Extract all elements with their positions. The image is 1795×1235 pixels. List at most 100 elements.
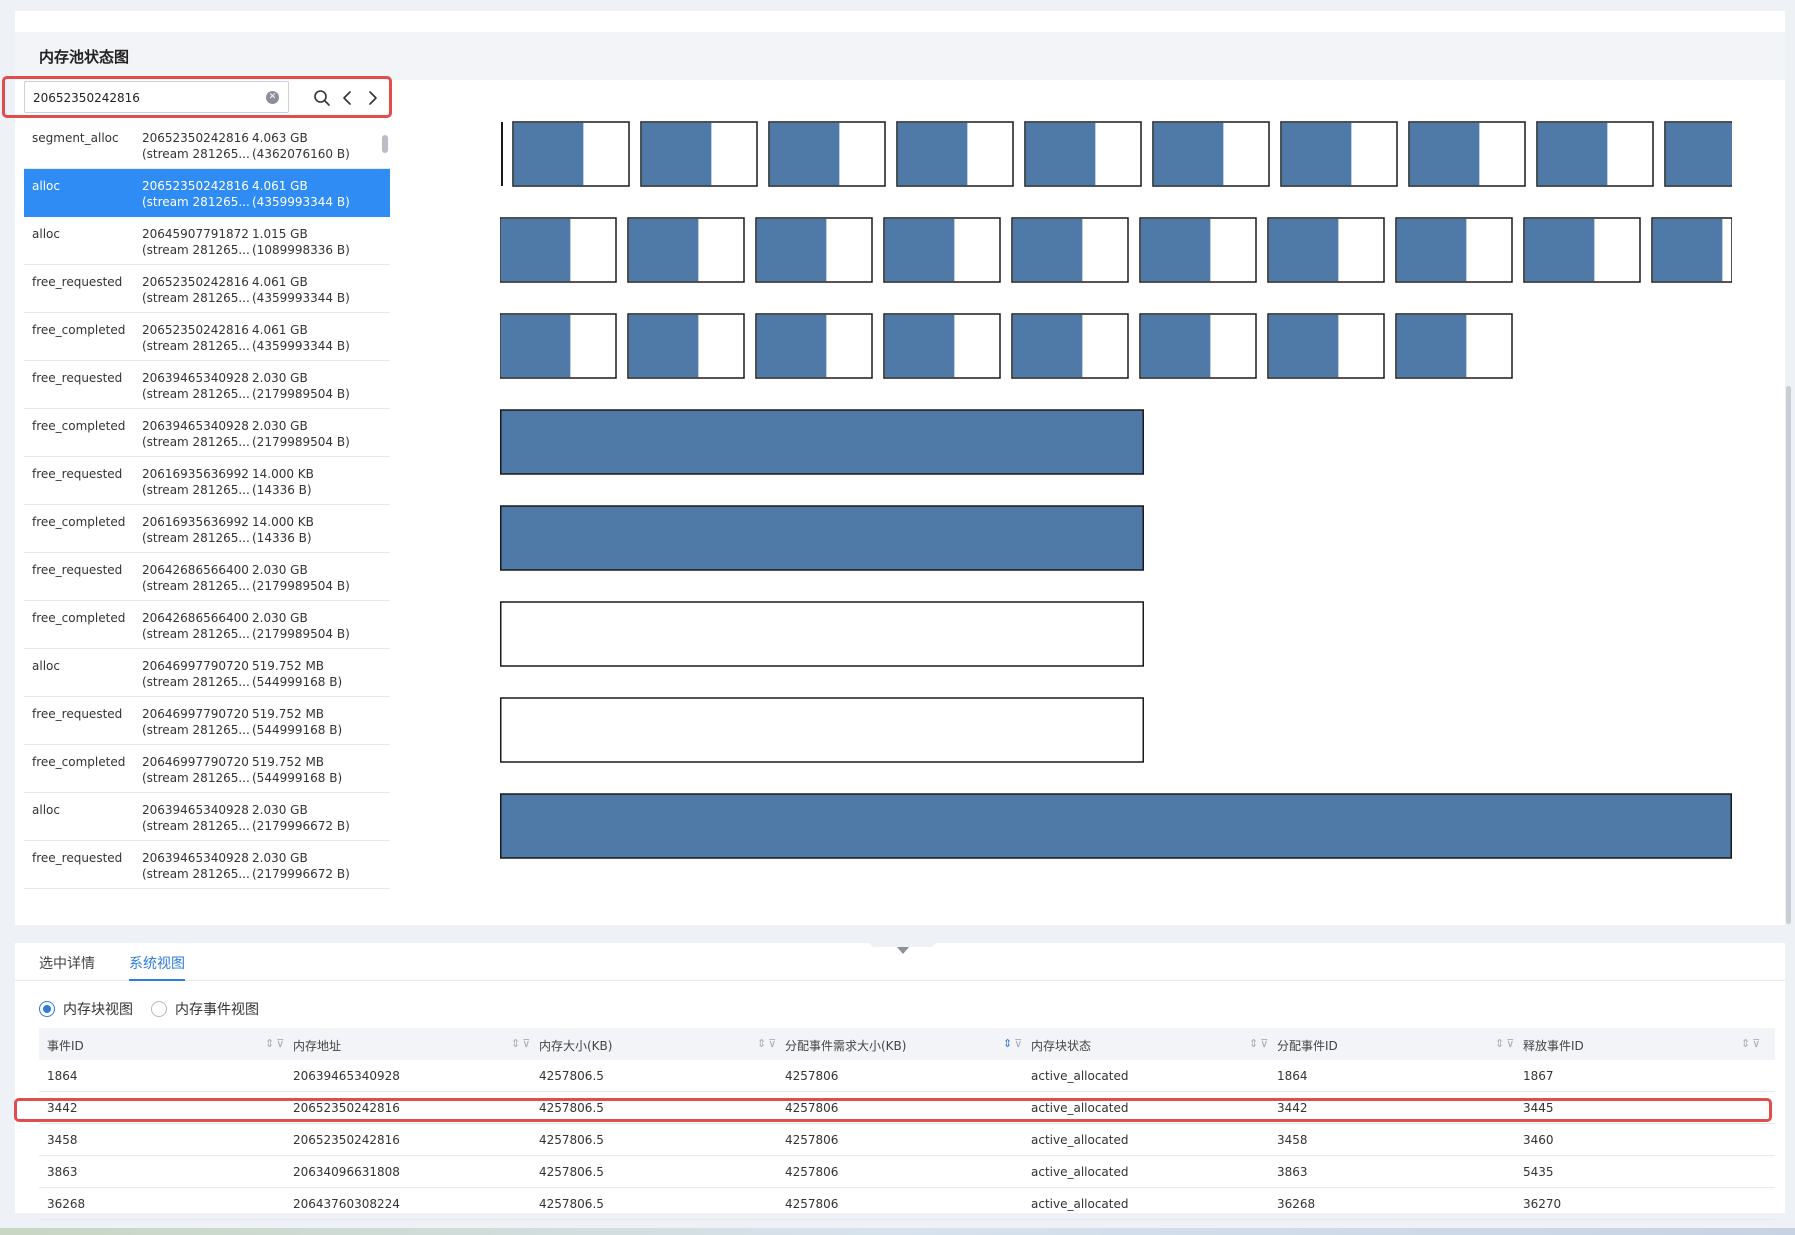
sort-filter-icons[interactable]: ⇕⊽ — [1495, 1037, 1516, 1050]
tab-selected-details[interactable]: 选中详情 — [39, 953, 95, 981]
filter-icon[interactable]: ⊽ — [1752, 1037, 1762, 1050]
radio-unchecked-icon[interactable] — [151, 1001, 167, 1017]
memory-block-allocated[interactable] — [513, 122, 584, 186]
search-icon[interactable] — [313, 89, 331, 107]
column-header[interactable]: 内存地址 — [293, 1037, 341, 1054]
search-input[interactable] — [33, 88, 253, 108]
memory-block-allocated[interactable] — [500, 314, 571, 378]
event-list-item[interactable]: alloc 20645907791872 (stream 281265... 1.01… — [24, 217, 390, 265]
page-scrollbar[interactable] — [1786, 386, 1791, 924]
sort-icon[interactable]: ⇕ — [1003, 1037, 1014, 1050]
sort-filter-icons[interactable]: ⇕⊽ — [1741, 1037, 1762, 1050]
event-list-scrollbar[interactable] — [382, 135, 388, 153]
sort-filter-icons[interactable]: ⇕⊽ — [1003, 1037, 1024, 1050]
column-header[interactable]: 事件ID — [47, 1037, 84, 1054]
sort-icon[interactable]: ⇕ — [757, 1037, 768, 1050]
memory-block-allocated[interactable] — [1396, 314, 1467, 378]
tab-system-view[interactable]: 系统视图 — [129, 953, 185, 981]
sort-icon[interactable]: ⇕ — [1495, 1037, 1506, 1050]
event-list-item[interactable]: free_completed 20646997790720 (stream 2812… — [24, 745, 390, 793]
table-row[interactable]: 3458 20652350242816 4257806.5 4257806 active… — [39, 1124, 1775, 1156]
event-list-item[interactable]: free_completed 20616935636992 (stream 2812… — [24, 505, 390, 553]
sort-filter-icons[interactable]: ⇕⊽ — [511, 1037, 532, 1050]
radio-event-view[interactable]: 内存事件视图 — [151, 999, 259, 1019]
event-list-item[interactable]: free_requested 20616935636992 (stream 2812… — [24, 457, 390, 505]
event-list-item[interactable]: alloc 20639465340928 (stream 281265... 2.03… — [24, 793, 390, 841]
memory-block-allocated[interactable] — [1665, 122, 1732, 186]
memory-block-allocated[interactable] — [1025, 122, 1096, 186]
event-list-item[interactable]: free_completed 20642686566400 (stream 2812… — [24, 601, 390, 649]
memory-block-allocated[interactable] — [1268, 314, 1339, 378]
table-cell: active_allocated — [1031, 1197, 1129, 1211]
sort-filter-icons[interactable]: ⇕⊽ — [265, 1037, 286, 1050]
memory-block-allocated[interactable] — [1268, 218, 1339, 282]
memory-block-allocated[interactable] — [756, 218, 827, 282]
collapse-handle[interactable] — [855, 929, 950, 947]
filter-icon[interactable]: ⊽ — [1260, 1037, 1270, 1050]
event-list-item[interactable]: free_requested 20646997790720 (stream 2812… — [24, 697, 390, 745]
table-row[interactable]: 3863 20634096631808 4257806.5 4257806 active… — [39, 1156, 1775, 1188]
column-header[interactable]: 分配事件ID — [1277, 1037, 1338, 1054]
sort-icon[interactable]: ⇕ — [1249, 1037, 1260, 1050]
memory-block-allocated[interactable] — [1409, 122, 1480, 186]
event-list-item[interactable]: free_completed 20639465340928 (stream 2812… — [24, 409, 390, 457]
table-row[interactable]: 36268 20643760308224 4257806.5 4257806 activ… — [39, 1188, 1775, 1220]
memory-block-allocated[interactable] — [500, 218, 571, 282]
event-list-item[interactable]: alloc 20646997790720 (stream 281265... 519.… — [24, 649, 390, 697]
memory-block-allocated[interactable] — [1652, 218, 1723, 282]
memory-block[interactable] — [500, 409, 1144, 475]
chevron-left-icon[interactable] — [339, 89, 357, 107]
event-bytes: (2179989504 B) — [252, 579, 350, 593]
event-list-item[interactable]: free_requested 20652350242816 (stream 2812… — [24, 265, 390, 313]
memory-block-allocated[interactable] — [1396, 218, 1467, 282]
chevron-down-icon[interactable] — [897, 947, 909, 954]
sort-icon[interactable]: ⇕ — [1741, 1037, 1752, 1050]
memory-block-allocated[interactable] — [1140, 218, 1211, 282]
sort-icon[interactable]: ⇕ — [265, 1037, 276, 1050]
memory-block-allocated[interactable] — [884, 314, 955, 378]
memory-block-allocated[interactable] — [1281, 122, 1352, 186]
memory-block[interactable] — [500, 697, 1144, 763]
memory-block-allocated[interactable] — [1153, 122, 1224, 186]
memory-block[interactable] — [500, 505, 1144, 571]
chevron-right-icon[interactable] — [363, 89, 381, 107]
memory-block-allocated[interactable] — [884, 218, 955, 282]
column-header[interactable]: 释放事件ID — [1523, 1037, 1584, 1054]
filter-icon[interactable]: ⊽ — [1014, 1037, 1024, 1050]
memory-block-allocated[interactable] — [1140, 314, 1211, 378]
event-list-item[interactable]: free_requested 20639465340928 (stream 2812… — [24, 361, 390, 409]
event-list-item[interactable]: free_completed 20652350242816 (stream 2812… — [24, 313, 390, 361]
event-list-item[interactable]: segment_alloc 20652350242816 (stream 28126… — [24, 121, 390, 169]
memory-block-allocated[interactable] — [628, 314, 699, 378]
memory-block-allocated[interactable] — [1537, 122, 1608, 186]
column-header[interactable]: 内存块状态 — [1031, 1037, 1091, 1054]
filter-icon[interactable]: ⊽ — [1506, 1037, 1516, 1050]
column-header[interactable]: 内存大小(KB) — [539, 1037, 612, 1054]
memory-block-allocated[interactable] — [897, 122, 968, 186]
sort-icon[interactable]: ⇕ — [511, 1037, 522, 1050]
filter-icon[interactable]: ⊽ — [768, 1037, 778, 1050]
sort-filter-icons[interactable]: ⇕⊽ — [1249, 1037, 1270, 1050]
column-header[interactable]: 分配事件需求大小(KB) — [785, 1037, 906, 1054]
event-list-item[interactable]: free_requested 20639465340928 (stream 2812… — [24, 841, 390, 889]
search-box[interactable]: ✕ — [24, 81, 289, 113]
memory-block-allocated[interactable] — [628, 218, 699, 282]
memory-block-allocated[interactable] — [1524, 218, 1595, 282]
memory-block-allocated[interactable] — [1012, 314, 1083, 378]
table-row[interactable]: 1864 20639465340928 4257806.5 4257806 active… — [39, 1060, 1775, 1092]
event-bytes: (4359993344 B) — [252, 291, 350, 305]
filter-icon[interactable]: ⊽ — [522, 1037, 532, 1050]
radio-checked-icon[interactable] — [39, 1001, 55, 1017]
event-list-item[interactable]: free_requested 20642686566400 (stream 2812… — [24, 553, 390, 601]
memory-block-allocated[interactable] — [769, 122, 840, 186]
memory-block-allocated[interactable] — [641, 122, 712, 186]
event-list-item[interactable]: alloc 20652350242816 (stream 281265... 4.06… — [24, 169, 390, 217]
memory-block-allocated[interactable] — [1012, 218, 1083, 282]
filter-icon[interactable]: ⊽ — [276, 1037, 286, 1050]
radio-block-view[interactable]: 内存块视图 — [39, 999, 133, 1019]
sort-filter-icons[interactable]: ⇕⊽ — [757, 1037, 778, 1050]
memory-block-allocated[interactable] — [756, 314, 827, 378]
memory-block[interactable] — [500, 793, 1732, 859]
clear-icon[interactable]: ✕ — [266, 91, 279, 104]
memory-block[interactable] — [500, 601, 1144, 667]
